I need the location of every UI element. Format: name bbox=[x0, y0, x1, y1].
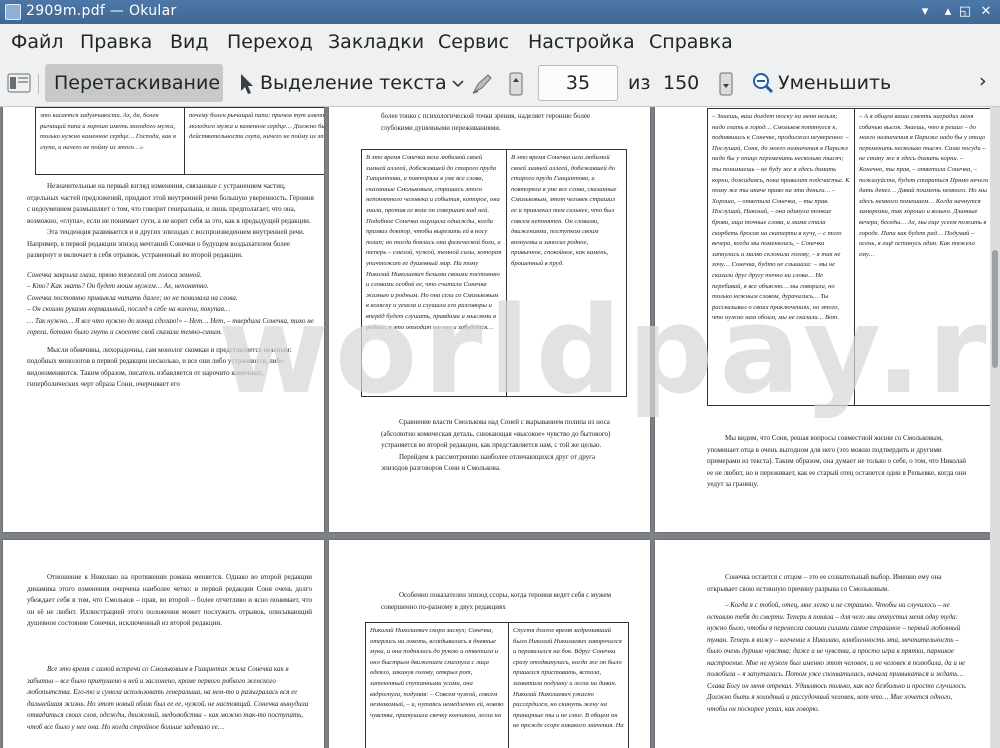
browse-tool-button[interactable]: Перетаскивание bbox=[45, 64, 223, 102]
chevron-down-icon[interactable] bbox=[452, 79, 464, 89]
table-cell: В это время Сонечка шла любимой своей зи… bbox=[511, 154, 617, 267]
table-cell: – Знаешь, ваш доедет тоску на меня нельз… bbox=[712, 113, 850, 322]
menu-help[interactable]: Справка bbox=[649, 31, 733, 53]
okular-app-icon bbox=[5, 4, 21, 20]
document-view[interactable]: это касается задумчивости. Ах, да, болен… bbox=[0, 107, 990, 748]
paragraph: Эта тенденция развивается и в других эпи… bbox=[27, 228, 305, 259]
pdf-page: Особенно показателен эпизод ссоры, когда… bbox=[329, 540, 650, 748]
comparison-table: Николай Николаевич скоро заснул; Сонечка… bbox=[365, 622, 629, 748]
minimize-button[interactable]: ▾ bbox=[915, 2, 935, 22]
comparison-table: В это время Сонечка вела любимой своей з… bbox=[361, 149, 627, 397]
text-select-tool-button[interactable]: Выделение текста bbox=[260, 72, 447, 94]
table-divider bbox=[854, 109, 855, 405]
browse-tool-label: Перетаскивание bbox=[54, 72, 221, 94]
toolbar-separator bbox=[38, 74, 39, 94]
maximize-icon: ◱ bbox=[958, 4, 972, 19]
minimize-icon: ▾ bbox=[921, 4, 929, 19]
italic-quote: – Когда я с тобой, отец, мне легко и не … bbox=[707, 601, 967, 713]
table-cell: это касается задумчивости. Ах, да, болен… bbox=[40, 112, 176, 151]
table-cell: В это время Сонечка вела любимой своей з… bbox=[366, 154, 502, 331]
vertical-scrollbar[interactable] bbox=[990, 107, 1000, 748]
table-cell: почему болен рычащий папа; причем тут им… bbox=[189, 112, 324, 141]
paragraph: Перейдем к рассмотрению наиболее отличаю… bbox=[381, 452, 596, 473]
menu-edit[interactable]: Правка bbox=[80, 31, 152, 53]
menu-settings[interactable]: Настройка bbox=[528, 31, 635, 53]
window-title-app: — Okular bbox=[109, 3, 177, 19]
pdf-page: Отношение к Николаю на протяжении романа… bbox=[3, 540, 324, 748]
italic-line: – Кто? Как звать? Он будет моим мужем… А… bbox=[27, 282, 209, 290]
paragraph: Мысли обивчивы, лихорадочны, сам монолог… bbox=[27, 345, 292, 389]
pdf-page: Сонечка остается с отцом – это ее сознат… bbox=[655, 540, 990, 748]
window-title: 2909m.pdf — Okular bbox=[26, 3, 177, 19]
maximize-button[interactable]: ◱ bbox=[955, 2, 975, 22]
page-body-text: Сравнение власти Смолькова над Соней с в… bbox=[381, 417, 616, 475]
total-pages-label: 150 bbox=[663, 72, 700, 94]
menu-bar: Файл Правка Вид Переход Закладки Сервис … bbox=[0, 24, 1000, 60]
sidebar-toggle-icon[interactable] bbox=[7, 73, 31, 93]
pdf-page: более тонко с психологической точки зрен… bbox=[329, 107, 650, 532]
menu-tools[interactable]: Сервис bbox=[438, 31, 509, 53]
table-divider bbox=[508, 623, 509, 748]
close-button[interactable]: ✕ bbox=[976, 2, 996, 22]
zoom-out-button[interactable]: Уменьшить bbox=[778, 72, 891, 94]
menu-file[interactable]: Файл bbox=[11, 31, 64, 53]
table-cell: Спустя долгое время задремавший было Ник… bbox=[513, 627, 624, 730]
page-intro-text: Особенно показателен эпизод ссоры, когда… bbox=[381, 591, 612, 611]
italic-quote: Все это время с самой встречи со Смолько… bbox=[27, 665, 309, 731]
cursor-arrow-icon bbox=[241, 74, 253, 94]
italic-line: … Так нужно… Я все что нужно до конца сд… bbox=[27, 316, 314, 337]
table-cell: – А я общем ваша смеять наградил меня со… bbox=[859, 113, 989, 258]
menu-go[interactable]: Переход bbox=[227, 31, 313, 53]
page-body-text: Мы видим, что Соня, решая вопросы совмес… bbox=[707, 434, 967, 488]
zoom-out-icon bbox=[753, 73, 774, 94]
window-title-filename: 2909m.pdf bbox=[26, 3, 106, 19]
comparison-table: – Знаешь, ваш доедет тоску на меня нельз… bbox=[707, 108, 990, 406]
italic-line: Сонечка закрыла глаза, прямо тяжелой от … bbox=[27, 270, 202, 279]
page-body-text: Отношение к Николаю на протяжении романа… bbox=[27, 573, 312, 627]
paragraph: Незначительные на первый взгляд изменени… bbox=[27, 182, 314, 225]
shade-icon: ▴ bbox=[944, 4, 952, 19]
page-body-text: Сонечка остается с отцом – это ее сознат… bbox=[707, 573, 942, 593]
page-number-input[interactable]: 35 bbox=[538, 65, 618, 101]
page-intro-text: более тонко с психологической точки зрен… bbox=[381, 112, 591, 132]
scrollbar-thumb[interactable] bbox=[992, 250, 998, 368]
pdf-page: это касается задумчивости. Ах, да, болен… bbox=[3, 107, 324, 532]
page-body-text: Незначительные на первый взгляд изменени… bbox=[27, 181, 315, 391]
table-divider bbox=[506, 150, 507, 396]
paragraph: Сравнение власти Смолькова над Соней с в… bbox=[381, 418, 611, 449]
close-icon: ✕ bbox=[980, 4, 992, 19]
toolbar-overflow-button[interactable]: › bbox=[979, 70, 987, 92]
italic-line: – Он скоими руками нормальный, послед в … bbox=[27, 305, 231, 313]
main-toolbar: Перетаскивание Выделение текста 35 из 15… bbox=[0, 60, 1000, 107]
table-cell: Николай Николаевич скоро заснул; Сонечка… bbox=[370, 627, 504, 719]
page-of-label: из bbox=[628, 72, 651, 94]
menu-view[interactable]: Вид bbox=[170, 31, 209, 53]
previous-page-icon[interactable] bbox=[508, 72, 524, 96]
table-divider bbox=[184, 108, 185, 174]
pdf-page: – Знаешь, ваш доедет тоску на меня нельз… bbox=[655, 107, 990, 532]
comparison-table: это касается задумчивости. Ах, да, болен… bbox=[35, 107, 324, 175]
italic-line: Сонечка постоянно привыкла читать далее;… bbox=[27, 293, 238, 302]
annotate-pen-icon[interactable] bbox=[470, 72, 494, 96]
menu-bookmarks[interactable]: Закладки bbox=[328, 31, 424, 53]
next-page-icon[interactable] bbox=[718, 72, 734, 96]
title-bar: 2909m.pdf — Okular ▾ ▴ ◱ ✕ bbox=[0, 0, 1000, 24]
